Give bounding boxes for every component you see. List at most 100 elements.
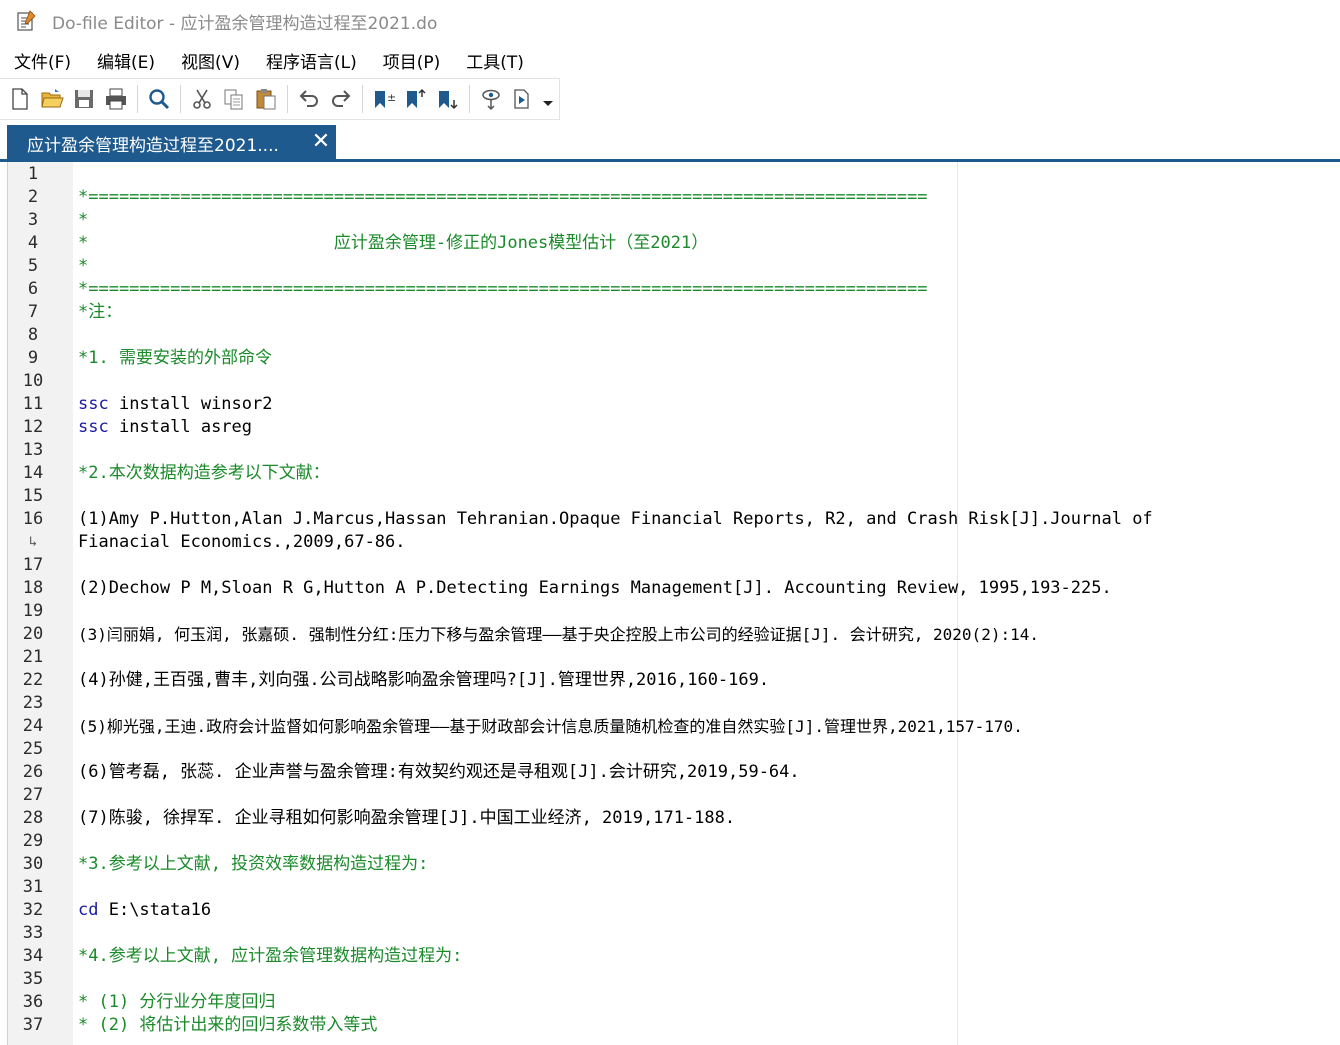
menu-tools[interactable]: 工具(T)	[453, 48, 537, 73]
line-number: 30	[22, 854, 44, 874]
code-text: E:\stata16	[98, 900, 212, 920]
line-number: 9	[27, 348, 39, 368]
save-icon	[75, 90, 93, 108]
code-line: (2)Dechow P M,Sloan R G,Hutton A P.Detec…	[78, 578, 1112, 598]
margin-guide-line	[957, 162, 958, 1045]
copy-button[interactable]	[220, 84, 248, 114]
keyword: ssc	[78, 417, 109, 437]
code-line: (1)Amy P.Hutton,Alan J.Marcus,Hassan Teh…	[78, 509, 1153, 529]
chevron-down-icon	[543, 101, 553, 106]
cut-button[interactable]	[188, 84, 216, 114]
code-line: * (1) 分行业分年度回归	[78, 992, 276, 1012]
line-number: 3	[27, 210, 39, 230]
tab-do-file[interactable]: 应计盈余管理构造过程至2021.... ✕	[7, 125, 336, 161]
show-file-icon	[482, 89, 500, 111]
bookmark-toggle-icon: ±	[375, 91, 396, 108]
line-number: 18	[22, 578, 44, 598]
line-number: 13	[22, 440, 44, 460]
code-line: *	[78, 210, 89, 230]
find-icon	[149, 89, 170, 110]
line-number: 24	[22, 716, 44, 736]
menu-file[interactable]: 文件(F)	[0, 48, 84, 73]
close-icon[interactable]: ✕	[310, 130, 332, 154]
code-line: ssc install winsor2	[78, 393, 272, 416]
paste-button[interactable]	[252, 84, 280, 114]
new-file-button[interactable]	[6, 84, 34, 114]
line-number: 32	[22, 900, 44, 920]
execute-dropdown-button[interactable]	[541, 84, 555, 114]
window-title: Do-file Editor - 应计盈余管理构造过程至2021.do	[52, 13, 438, 34]
paste-icon	[256, 89, 276, 110]
code-text: install winsor2	[108, 394, 273, 414]
gutter-border	[73, 162, 76, 1045]
code-editor[interactable]: 1 2 3 4 5 6 7 8 9 10 11 12 13 14 15 16 ↳…	[7, 162, 1340, 1045]
keyword: cd	[78, 900, 99, 920]
print-button[interactable]	[102, 84, 130, 114]
copy-icon	[224, 89, 243, 110]
open-button[interactable]	[38, 84, 66, 114]
code-text: install asreg	[108, 417, 253, 437]
line-number: 19	[22, 601, 44, 621]
line-number: 1	[27, 164, 39, 184]
code-line: cd E:\stata16	[78, 899, 211, 922]
line-number-gutter: 1 2 3 4 5 6 7 8 9 10 11 12 13 14 15 16 ↳…	[7, 162, 73, 1045]
line-number: 21	[22, 647, 44, 667]
new-file-icon	[12, 88, 28, 110]
line-number: 8	[27, 325, 39, 345]
code-line: ssc install asreg	[78, 416, 252, 439]
previous-bookmark-button[interactable]	[402, 84, 430, 114]
find-button[interactable]	[145, 84, 173, 114]
line-number: 20	[22, 624, 44, 644]
code-line: *=======================================…	[78, 279, 928, 299]
toolbar-separator	[287, 85, 288, 113]
print-icon	[106, 88, 126, 110]
code-line: (3)闫丽娟, 何玉润, 张嘉硕. 强制性分红:压力下移与盈余管理——基于央企控…	[78, 625, 1039, 644]
editor-left-border	[7, 162, 8, 1045]
line-number: 14	[22, 463, 44, 483]
line-number: 37	[22, 1015, 44, 1035]
line-number: 5	[27, 256, 39, 276]
bookmark-prev-icon	[407, 88, 426, 108]
do-file-editor-icon	[17, 10, 36, 31]
menu-view[interactable]: 视图(V)	[168, 48, 253, 73]
line-number: 16	[22, 509, 44, 529]
show-file-button[interactable]	[477, 84, 505, 114]
line-number: 29	[22, 831, 44, 851]
line-number: 2	[27, 187, 39, 207]
menu-language[interactable]: 程序语言(L)	[253, 48, 370, 73]
line-number: 34	[22, 946, 44, 966]
code-line: (6)管考磊, 张蕊. 企业声誉与盈余管理:有效契约观还是寻租观[J].会计研究…	[78, 762, 800, 782]
code-line: Fianacial Economics.,2009,67-86.	[78, 532, 406, 552]
bookmark-next-icon	[439, 91, 458, 110]
save-button[interactable]	[70, 84, 98, 114]
redo-button[interactable]	[327, 84, 355, 114]
code-line: * 应计盈余管理-修正的Jones模型估计（至2021）	[78, 233, 709, 253]
svg-text:±: ±	[387, 91, 396, 104]
line-number: 33	[22, 923, 44, 943]
execute-icon	[514, 89, 529, 109]
code-line: *=======================================…	[78, 187, 928, 207]
toggle-bookmark-button[interactable]: ±	[370, 84, 398, 114]
line-number: 7	[27, 302, 39, 322]
line-number: 17	[22, 555, 44, 575]
line-number: 27	[22, 785, 44, 805]
undo-icon	[299, 90, 318, 107]
line-number: 28	[22, 808, 44, 828]
code-line: *4.参考以上文献, 应计盈余管理数据构造过程为:	[78, 946, 463, 966]
code-line: (4)孙健,王百强,曹丰,刘向强.公司战略影响盈余管理吗?[J].管理世界,20…	[78, 670, 770, 690]
next-bookmark-button[interactable]	[434, 84, 462, 114]
menu-project[interactable]: 项目(P)	[370, 48, 454, 73]
execute-button[interactable]	[509, 84, 537, 114]
redo-icon	[332, 90, 351, 107]
line-number: 11	[22, 394, 44, 414]
keyword: ssc	[78, 394, 109, 414]
line-number: 10	[22, 371, 44, 391]
code-line: * (2) 将估计出来的回归系数带入等式	[78, 1015, 378, 1035]
tab-bar: 应计盈余管理构造过程至2021.... ✕	[0, 121, 1340, 161]
undo-button[interactable]	[295, 84, 323, 114]
line-number: 25	[22, 739, 44, 759]
menu-edit[interactable]: 编辑(E)	[84, 48, 168, 73]
menu-bar: 文件(F) 编辑(E) 视图(V) 程序语言(L) 项目(P) 工具(T)	[0, 42, 1340, 78]
title-bar: Do-file Editor - 应计盈余管理构造过程至2021.do	[0, 0, 1340, 42]
line-number: 15	[22, 486, 44, 506]
